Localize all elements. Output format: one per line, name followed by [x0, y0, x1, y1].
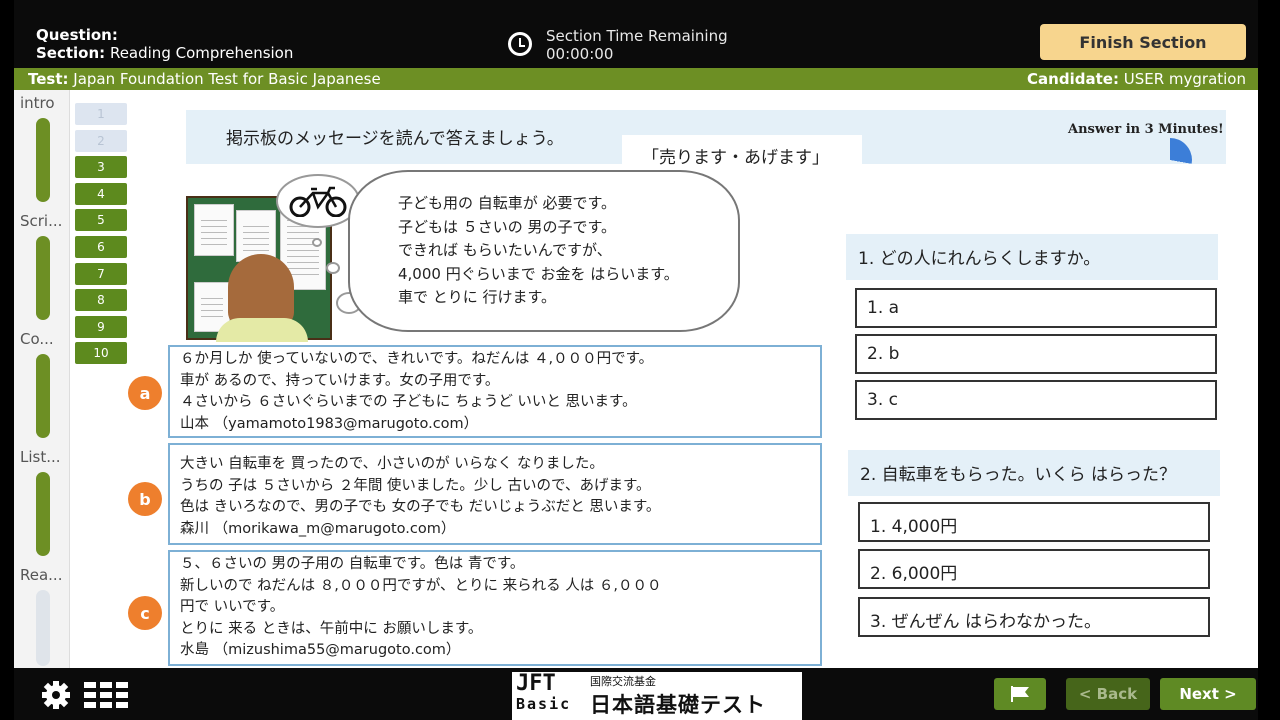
message-line: 車が あるので、持っていけます。女の子用です。 — [180, 372, 500, 389]
thought-line: できれば もらいたいんですが、 — [398, 241, 612, 259]
bicycle-icon — [289, 186, 347, 217]
section-progress-bar — [36, 354, 50, 438]
section-progress-bar — [36, 472, 50, 556]
question-2-choice-1[interactable]: 1. 4,000円 — [858, 502, 1210, 542]
left-frame — [0, 0, 14, 720]
instruction-text: 掲示板のメッセージを読んで答えましょう。 — [226, 129, 564, 149]
question-2-choice-3[interactable]: 3. ぜんぜん はらわなかった。 — [858, 597, 1210, 637]
finish-section-button[interactable]: Finish Section — [1040, 24, 1246, 60]
question-number-1[interactable]: 1 — [75, 103, 127, 125]
flag-icon — [1011, 686, 1029, 702]
candidate-info: Candidate: USER mygration — [1027, 70, 1246, 88]
question-number-6[interactable]: 6 — [75, 235, 127, 258]
section-nav-label: Scri... — [20, 212, 63, 230]
message-line: 大きい 自転車を 買ったので、小さいのが いらなく なりました。 — [180, 456, 604, 472]
message-a: ６か月しか 使っていないので、きれいです。ねだんは ４,０００円です。 車が あ… — [168, 345, 822, 438]
person-shirt — [216, 318, 308, 342]
question-number-10[interactable]: 10 — [75, 342, 127, 365]
question-number-7[interactable]: 7 — [75, 262, 127, 285]
question-number-9[interactable]: 9 — [75, 315, 127, 338]
jft-mark-top: JFT — [516, 671, 556, 696]
message-line: 新しいので ねだんは ８,０００円ですが、とりに 来られる 人は ６,０００ — [180, 577, 662, 594]
right-frame — [1258, 0, 1280, 720]
gear-icon[interactable] — [38, 680, 74, 710]
test-info-bar: Test: Japan Foundation Test for Basic Ja… — [14, 68, 1258, 90]
question-1-choice-3[interactable]: 3. c — [855, 380, 1217, 420]
flag-button[interactable] — [994, 678, 1046, 710]
section-label: Section: — [36, 44, 106, 62]
message-line: 山本 （yamamoto1983@marugoto.com） — [180, 415, 479, 432]
logo-test-name: 日本語基礎テスト — [590, 693, 766, 717]
test-info: Test: Japan Foundation Test for Basic Ja… — [28, 70, 381, 88]
section-progress-bar — [36, 118, 50, 202]
test-name: Japan Foundation Test for Basic Japanese — [73, 70, 381, 88]
thought-line: 車で とりに 行けます。 — [398, 288, 557, 306]
question-1-choice-1[interactable]: 1. a — [855, 288, 1217, 328]
menu-grid-icon[interactable] — [84, 682, 130, 708]
back-button[interactable]: < Back — [1066, 678, 1150, 710]
section-line: Section: Reading Comprehension — [36, 44, 293, 62]
option-badge-c: c — [128, 596, 162, 630]
question-number-4[interactable]: 4 — [75, 182, 127, 205]
timer-title: Section Time Remaining — [546, 27, 728, 45]
question-number-8[interactable]: 8 — [75, 289, 127, 312]
answer-time-note: Answer in 3 Minutes! — [1068, 122, 1224, 137]
candidate-label: Candidate: — [1027, 70, 1119, 88]
option-badge-a: a — [128, 376, 162, 410]
option-badge-b: b — [128, 482, 162, 516]
test-label: Test: — [28, 70, 69, 88]
message-line: 円で いいです。 — [180, 599, 285, 615]
message-line: 色は きいろなので、男の子でも 女の子でも だいじょうぶだと 思います。 — [180, 499, 661, 515]
time-pie-icon — [1148, 138, 1192, 182]
message-line: ６か月しか 使っていないので、きれいです。ねだんは ４,０００円です。 — [180, 351, 654, 367]
question-label: Question: — [36, 26, 118, 44]
thought-dot — [326, 262, 340, 274]
question-number-3[interactable]: 3 — [75, 156, 127, 179]
header-bar: Question: Section: Reading Comprehension… — [14, 0, 1258, 68]
section-nav: intro Scri... Co... List... Rea... — [14, 90, 70, 668]
question-1-prompt: 1. どの人にれんらくしますか。 — [846, 234, 1218, 280]
thought-line: 4,000 円ぐらいまで お金を はらいます。 — [398, 264, 679, 283]
message-line: 水島 （mizushima55@marugoto.com） — [180, 642, 461, 658]
message-line: ４さいから ６さいぐらいまでの 子どもに ちょうど いいと 思います。 — [180, 394, 637, 410]
board-notice — [194, 204, 234, 256]
timer-value: 00:00:00 — [546, 45, 614, 63]
message-line: ５、６さいの 男の子用の 自転車です。色は 青です。 — [180, 556, 525, 572]
logo-org-name: 国際交流基金 — [590, 675, 656, 688]
section-progress-bar — [36, 590, 50, 666]
person-illustration — [228, 254, 294, 326]
message-line: 森川 （morikawa_m@marugoto.com） — [180, 520, 456, 537]
clock-icon — [508, 32, 532, 56]
jft-basic-logo: JFT Basic 国際交流基金 日本語基礎テスト — [512, 672, 802, 720]
section-nav-label: Co... — [20, 330, 54, 348]
thought-text: 子ども用の 自転車が 必要です。 子どもは ５さいの 男の子です。 できれば も… — [398, 192, 679, 310]
message-b: 大きい 自転車を 買ったので、小さいのが いらなく なりました。 うちの 子は … — [168, 443, 822, 545]
thought-line: 子どもは ５さいの 男の子です。 — [398, 217, 617, 236]
message-line: とりに 来る ときは、午前中に お願いします。 — [180, 620, 483, 637]
section-progress-bar — [36, 236, 50, 320]
question-2-prompt: 2. 自転車をもらった。いくら はらった？ — [848, 450, 1220, 496]
question-number-list: 1 2 3 4 5 6 7 8 9 10 — [75, 103, 129, 369]
section-name: Reading Comprehension — [109, 44, 294, 62]
section-nav-label: List... — [20, 448, 61, 466]
jft-logo-text: 国際交流基金 日本語基礎テスト — [590, 673, 766, 719]
question-number-2[interactable]: 2 — [75, 129, 127, 152]
thought-line: 子ども用の 自転車が 必要です。 — [398, 194, 617, 212]
message-c: ５、６さいの 男の子用の 自転車です。色は 青です。 新しいので ねだんは ８,… — [168, 550, 822, 666]
footer-bar: JFT Basic 国際交流基金 日本語基礎テスト < Back Next > — [14, 668, 1258, 720]
jft-mark-bottom: Basic — [516, 695, 572, 713]
thought-dot — [312, 238, 322, 247]
question-2-choice-2[interactable]: 2. 6,000円 — [858, 549, 1210, 589]
candidate-name: USER mygration — [1123, 70, 1246, 88]
question-1-choice-2[interactable]: 2. b — [855, 334, 1217, 374]
section-nav-label: Rea... — [20, 566, 63, 584]
next-button[interactable]: Next > — [1160, 678, 1256, 710]
section-nav-label: intro — [20, 94, 55, 112]
jft-mark: JFT Basic — [516, 671, 584, 718]
question-number-5[interactable]: 5 — [75, 209, 127, 232]
message-line: うちの 子は ５さいから ２年間 使いました。少し 古いので、あげます。 — [180, 477, 651, 494]
board-title: 「売ります・あげます」 — [622, 135, 862, 171]
